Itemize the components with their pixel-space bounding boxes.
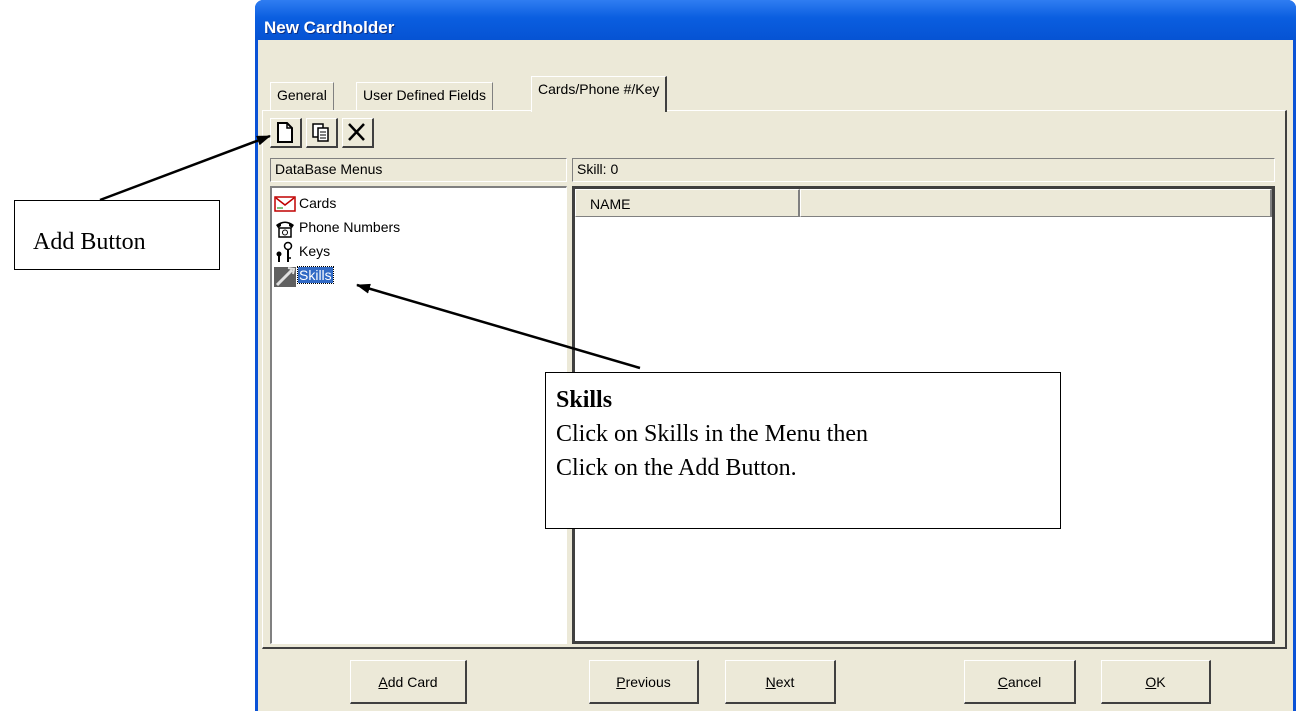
callout-text: Click on the Add Button.	[556, 455, 797, 481]
mnemonic-letter: O	[1145, 674, 1157, 690]
callout-text: Click on Skills in the Menu then	[556, 421, 868, 447]
mnemonic-letter: N	[765, 674, 776, 690]
callout-text: Add Button	[33, 229, 146, 255]
add-button-callout: Add Button	[14, 200, 220, 270]
copy-icon	[312, 123, 329, 142]
right-pane-header: Skill: 0	[572, 158, 1275, 182]
title-bar[interactable]: New Cardholder	[255, 0, 1296, 40]
column-header-name[interactable]: NAME	[575, 189, 800, 217]
delete-x-icon	[348, 123, 365, 141]
left-pane-header: DataBase Menus	[270, 158, 567, 182]
mnemonic-letter: P	[616, 674, 626, 690]
copy-button[interactable]	[306, 118, 338, 148]
button-label: ext	[775, 674, 795, 690]
database-menu-tree[interactable]: Cards Phone Numbers Keys Skills	[270, 186, 567, 644]
tree-item-label: Phone Numbers	[299, 219, 401, 235]
column-header-blank[interactable]	[800, 189, 1272, 217]
callout-title: Skills	[556, 387, 613, 413]
mnemonic-letter: C	[997, 674, 1008, 690]
add-button[interactable]	[270, 118, 302, 148]
tab-cards-phone-key[interactable]: Cards/Phone #/Key	[531, 76, 668, 112]
column-header-label: NAME	[590, 196, 631, 212]
key-icon	[276, 241, 293, 262]
card-icon	[274, 196, 296, 212]
tree-item-label: Keys	[299, 243, 331, 259]
button-label: dd Card	[387, 674, 438, 690]
tab-user-defined-fields[interactable]: User Defined Fields	[356, 82, 493, 110]
button-label: revious	[625, 674, 671, 690]
delete-button[interactable]	[342, 118, 374, 148]
tree-item-label: Skills	[297, 266, 334, 284]
previous-button[interactable]: Previous	[589, 660, 699, 704]
tab-label: General	[277, 87, 327, 103]
skills-icon	[274, 267, 296, 287]
button-label: K	[1156, 674, 1166, 690]
tree-item-label: Cards	[299, 195, 337, 211]
add-card-button[interactable]: Add Card	[350, 660, 467, 704]
skills-callout: Skills Click on Skills in the Menu then …	[545, 372, 1061, 529]
window-title: New Cardholder	[264, 18, 395, 37]
arrow-to-add-button	[99, 134, 271, 202]
tab-label: Cards/Phone #/Key	[538, 81, 660, 97]
cancel-button[interactable]: Cancel	[964, 660, 1076, 704]
button-label: ancel	[1007, 674, 1042, 690]
new-document-icon	[277, 122, 293, 143]
mnemonic-letter: A	[378, 674, 388, 690]
tab-label: User Defined Fields	[363, 87, 486, 103]
phone-icon	[276, 221, 294, 238]
tab-general[interactable]: General	[270, 82, 334, 110]
next-button[interactable]: Next	[725, 660, 836, 704]
ok-button[interactable]: OK	[1101, 660, 1211, 704]
